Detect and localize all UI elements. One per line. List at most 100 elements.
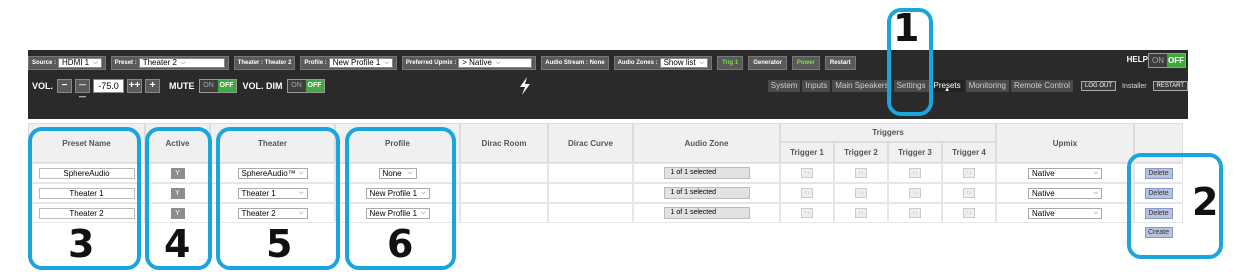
cell-upmix: Native ⌵ xyxy=(996,203,1134,223)
logout-button[interactable]: LOG OUT xyxy=(1081,81,1117,91)
cell-trigger-1: ↑↓ xyxy=(780,183,834,203)
restart-system-button[interactable]: RESTART xyxy=(1152,81,1188,91)
cell-dirac-curve xyxy=(548,163,633,183)
header-trigger-3: Trigger 3 xyxy=(888,142,942,163)
trigger-1-toggle[interactable]: ↑↓ xyxy=(801,208,813,218)
preset-label: Preset : xyxy=(114,60,137,66)
chevron-down-icon: ⌵ xyxy=(1093,189,1098,196)
help-off[interactable]: OFF xyxy=(1167,54,1185,67)
audio-zone-select[interactable]: 1 of 1 selected xyxy=(663,207,750,219)
preset-selector[interactable]: Preset : Theater 2 ⌵ xyxy=(110,56,229,70)
cell-trigger-4: ↑↓ xyxy=(942,183,996,203)
trigger-1-toggle[interactable]: ↑↓ xyxy=(801,188,813,198)
volume-value[interactable]: -75.0 xyxy=(93,79,125,93)
chevron-down-icon: ⌵ xyxy=(699,60,705,66)
chevron-down-icon: ⌵ xyxy=(495,60,501,66)
vol-dim-off[interactable]: OFF xyxy=(305,80,324,92)
audio-zone-select[interactable]: 1 of 1 selected xyxy=(663,167,750,179)
source-value: HDMI 1 xyxy=(62,58,90,67)
trigger-3-toggle[interactable]: ↑↓ xyxy=(909,168,921,178)
chevron-down-icon: ⌵ xyxy=(1093,169,1098,176)
audio-zones-value: Show list xyxy=(663,58,696,67)
power-indicator[interactable]: Power xyxy=(791,56,820,70)
source-select[interactable]: HDMI 1 ⌵ xyxy=(58,58,102,68)
tab-inputs[interactable]: Inputs xyxy=(802,80,831,92)
cell-trigger-3: ↑↓ xyxy=(888,163,942,183)
theater-status: Theater : Theater 2 xyxy=(233,56,296,70)
help-label: HELP xyxy=(1126,55,1148,64)
header-trigger-1: Trigger 1 xyxy=(780,142,834,163)
audio-stream-label: Audio Stream : None xyxy=(545,60,605,66)
upmix-value: Native xyxy=(1032,188,1055,198)
tab-main-speakers[interactable]: Main Speakers xyxy=(832,80,892,92)
tab-presets[interactable]: Presets ▲ xyxy=(930,80,964,93)
generator-button[interactable]: Generator xyxy=(748,56,787,70)
mute-off[interactable]: OFF xyxy=(217,80,236,92)
trigger-1-toggle[interactable]: ↑↓ xyxy=(801,168,813,178)
cell-trigger-2: ↑↓ xyxy=(834,183,888,203)
profile-select[interactable]: New Profile 1 ⌵ xyxy=(328,58,393,68)
help-toggle[interactable]: ON OFF xyxy=(1148,53,1186,68)
cell-trigger-1: ↑↓ xyxy=(780,203,834,223)
vol-dim-on[interactable]: ON xyxy=(287,80,306,92)
tab-monitoring[interactable]: Monitoring xyxy=(965,80,1009,92)
upmix-select[interactable]: Native ⌵ xyxy=(1028,187,1102,199)
volume-up-button[interactable]: + xyxy=(145,79,161,93)
trigger-2-toggle[interactable]: ↑↓ xyxy=(855,168,867,178)
upmix-selector[interactable]: Preferred Upmix : > Native ⌵ xyxy=(401,56,537,70)
trigger-indicator: Trig 1 xyxy=(717,56,744,70)
cell-dirac-room xyxy=(460,203,548,223)
callout-5-number: 5 xyxy=(266,222,293,266)
preset-select[interactable]: Theater 2 ⌵ xyxy=(138,58,225,68)
source-selector[interactable]: Source : HDMI 1 ⌵ xyxy=(28,56,106,70)
chevron-down-icon: ⌵ xyxy=(180,60,186,66)
upmix-select[interactable]: Native ⌵ xyxy=(1028,207,1102,219)
help-on[interactable]: ON xyxy=(1149,54,1167,67)
upmix-select[interactable]: > Native ⌵ xyxy=(458,58,533,68)
trigger-4-toggle[interactable]: ↑↓ xyxy=(963,168,975,178)
cell-trigger-1: ↑↓ xyxy=(780,163,834,183)
audio-zones-selector[interactable]: Audio Zones : Show list ⌵ xyxy=(613,56,713,70)
upmix-select[interactable]: Native ⌵ xyxy=(1028,167,1102,179)
top-control-bar: Source : HDMI 1 ⌵ Preset : Theater 2 ⌵ The… xyxy=(28,50,1188,119)
volume-up-fast-button[interactable]: ++ xyxy=(127,79,143,93)
audio-zone-select[interactable]: 1 of 1 selected xyxy=(663,187,750,199)
cell-audio-zone: 1 of 1 selected xyxy=(633,163,780,183)
upmix-value: > Native xyxy=(462,58,492,67)
cell-audio-zone: 1 of 1 selected xyxy=(633,183,780,203)
preset-value: Theater 2 xyxy=(142,58,177,67)
trigger-3-toggle[interactable]: ↑↓ xyxy=(909,188,921,198)
profile-value: New Profile 1 xyxy=(332,58,381,67)
cell-trigger-3: ↑↓ xyxy=(888,203,942,223)
trigger-3-toggle[interactable]: ↑↓ xyxy=(909,208,921,218)
theater-label: Theater : Theater 2 xyxy=(237,60,292,66)
upmix-value: Native xyxy=(1032,168,1055,178)
volume-down-fast-button[interactable]: — — xyxy=(75,79,91,101)
tab-system[interactable]: System xyxy=(767,80,801,92)
vol-dim-toggle[interactable]: ON OFF xyxy=(286,79,325,93)
audio-zones-label: Audio Zones : xyxy=(617,60,658,66)
mute-toggle[interactable]: ON OFF xyxy=(198,79,237,93)
trigger-4-toggle[interactable]: ↑↓ xyxy=(963,208,975,218)
profile-label: Profile : xyxy=(304,60,327,66)
restart-button[interactable]: Restart xyxy=(824,56,856,70)
header-dirac-curve: Dirac Curve xyxy=(548,123,633,163)
cell-upmix: Native ⌵ xyxy=(996,183,1134,203)
trigger-4-toggle[interactable]: ↑↓ xyxy=(963,188,975,198)
audio-zones-select[interactable]: Show list ⌵ xyxy=(659,58,709,68)
header-upmix: Upmix xyxy=(996,123,1134,163)
mute-on[interactable]: ON xyxy=(199,80,218,92)
trigger-2-toggle[interactable]: ↑↓ xyxy=(855,188,867,198)
chevron-down-icon: ⌵ xyxy=(1093,209,1098,216)
header-audio-zone: Audio Zone xyxy=(633,123,780,163)
cell-upmix: Native ⌵ xyxy=(996,163,1134,183)
upmix-value: Native xyxy=(1032,208,1055,218)
volume-down-button[interactable]: − xyxy=(57,79,73,93)
profile-selector[interactable]: Profile : New Profile 1 ⌵ xyxy=(300,56,397,70)
cell-dirac-curve xyxy=(548,203,633,223)
main-nav: System Inputs Main Speakers Settings Pre… xyxy=(767,80,1188,93)
trigger-2-toggle[interactable]: ↑↓ xyxy=(855,208,867,218)
tab-remote-control[interactable]: Remote Control xyxy=(1010,80,1074,92)
source-label: Source : xyxy=(32,60,57,66)
chevron-down-icon: ⌵ xyxy=(93,60,98,66)
